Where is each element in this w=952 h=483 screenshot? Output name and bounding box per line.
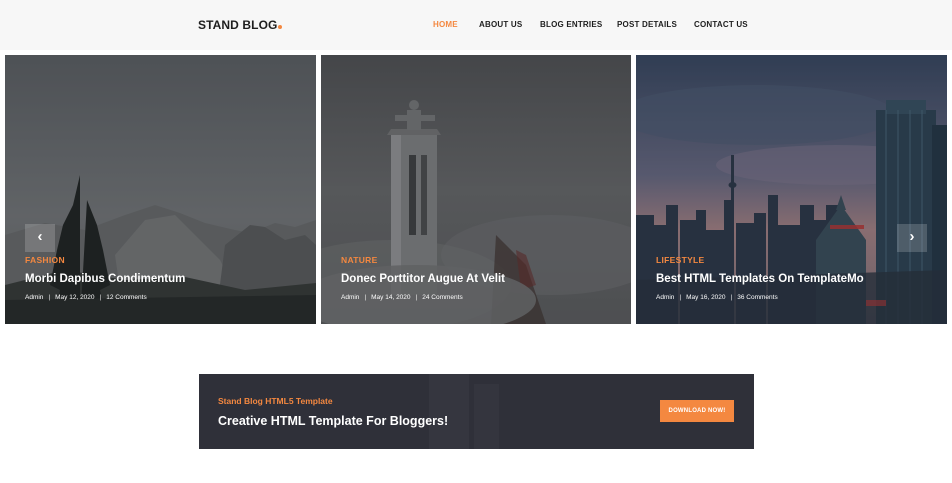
slide-title[interactable]: Best HTML Templates On TemplateMo: [656, 273, 864, 285]
cta-banner: Stand Blog HTML5 Template Creative HTML …: [199, 374, 754, 449]
slide-meta: Admin | May 16, 2020 | 36 Comments: [656, 294, 778, 301]
slide-category[interactable]: FASHION: [25, 255, 65, 265]
nav-home[interactable]: HOME: [433, 20, 458, 29]
download-now-button[interactable]: DOWNLOAD NOW!: [660, 400, 734, 422]
nav-blog-entries[interactable]: BLOG ENTRIES: [540, 20, 602, 29]
meta-comments[interactable]: 24 Comments: [422, 294, 462, 301]
chevron-left-icon: ‹: [37, 228, 43, 245]
main-nav: HOME ABOUT US BLOG ENTRIES POST DETAILS …: [0, 20, 952, 32]
meta-date[interactable]: May 14, 2020: [371, 294, 410, 301]
slide-meta: Admin | May 14, 2020 | 24 Comments: [341, 294, 463, 301]
slide-lifestyle[interactable]: LIFESTYLE Best HTML Templates On Templat…: [636, 55, 947, 324]
meta-author[interactable]: Admin: [25, 294, 43, 301]
meta-date[interactable]: May 16, 2020: [686, 294, 725, 301]
meta-author[interactable]: Admin: [656, 294, 674, 301]
cta-subtitle: Stand Blog HTML5 Template: [218, 396, 333, 406]
slide-meta: Admin | May 12, 2020 | 12 Comments: [25, 294, 147, 301]
slide-fashion[interactable]: FASHION Morbi Dapibus Condimentum Admin |…: [5, 55, 316, 324]
slide-title[interactable]: Morbi Dapibus Condimentum: [25, 273, 185, 285]
carousel-prev-button[interactable]: ‹: [25, 224, 55, 252]
nav-post-details[interactable]: POST DETAILS: [617, 20, 677, 29]
meta-author[interactable]: Admin: [341, 294, 359, 301]
carousel-next-button[interactable]: ›: [897, 224, 927, 252]
slide-category[interactable]: LIFESTYLE: [656, 255, 705, 265]
cta-title: Creative HTML Template For Bloggers!: [218, 414, 449, 428]
meta-date[interactable]: May 12, 2020: [55, 294, 94, 301]
site-header: STAND BLOG HOME ABOUT US BLOG ENTRIES PO…: [0, 0, 952, 50]
nav-contact-us[interactable]: CONTACT US: [694, 20, 748, 29]
slide-category[interactable]: NATURE: [341, 255, 378, 265]
meta-comments[interactable]: 36 Comments: [737, 294, 777, 301]
chevron-right-icon: ›: [909, 228, 915, 245]
nav-about-us[interactable]: ABOUT US: [479, 20, 522, 29]
slide-title[interactable]: Donec Porttitor Augue At Velit: [341, 273, 505, 285]
slide-nature[interactable]: NATURE Donec Porttitor Augue At Velit Ad…: [321, 55, 631, 324]
meta-comments[interactable]: 12 Comments: [106, 294, 146, 301]
